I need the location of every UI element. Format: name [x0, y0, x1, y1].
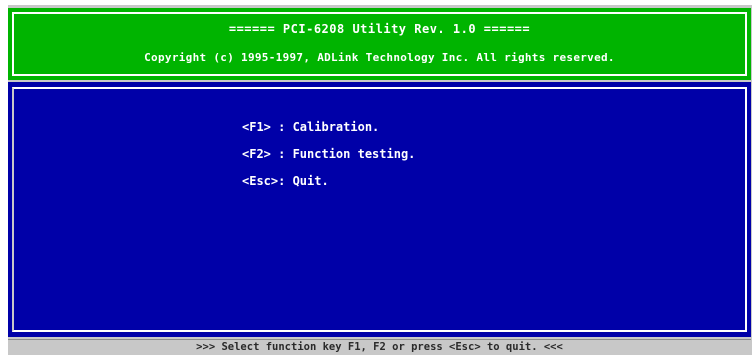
header-panel: ====== PCI-6208 Utility Rev. 1.0 ====== … [8, 8, 751, 80]
dos-utility-screen: ====== PCI-6208 Utility Rev. 1.0 ====== … [8, 5, 752, 355]
copyright-notice: Copyright (c) 1995-1997, ADLink Technolo… [144, 51, 615, 64]
function-menu: <F1> : Calibration. <F2> : Function test… [242, 119, 415, 200]
status-bar: >>> Select function key F1, F2 or press … [8, 339, 751, 355]
app-title: ====== PCI-6208 Utility Rev. 1.0 ====== [228, 22, 531, 36]
main-panel: <F1> : Calibration. <F2> : Function test… [8, 82, 751, 337]
menu-item-calibration[interactable]: <F1> : Calibration. [242, 119, 415, 146]
menu-item-quit[interactable]: <Esc>: Quit. [242, 173, 415, 200]
menu-item-function-testing[interactable]: <F2> : Function testing. [242, 146, 415, 173]
